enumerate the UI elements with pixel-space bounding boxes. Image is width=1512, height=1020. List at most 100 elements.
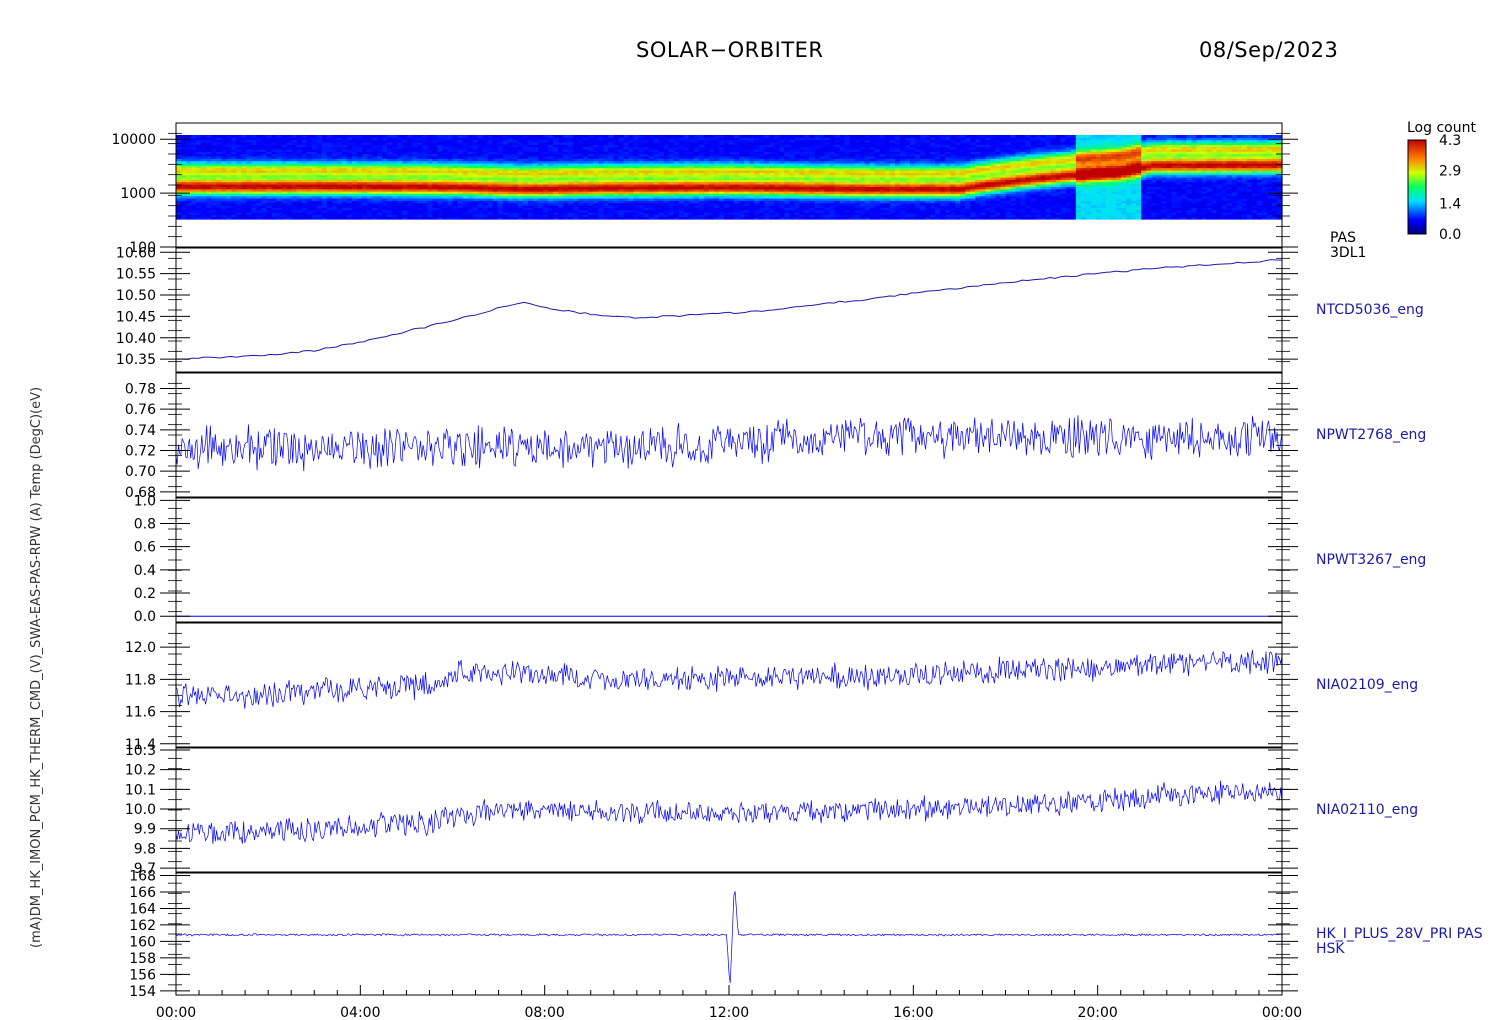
spectrogram-cell [281,135,288,138]
spectrogram-cell [372,135,378,138]
spectrogram-cell [864,135,871,138]
spectrogram-cell [201,135,207,138]
spectrogram-cell [522,135,529,138]
spectrogram-cell [196,135,202,138]
spectrogram-cell [623,135,629,138]
spectrogram-cell [693,135,700,138]
spectrogram-cell [276,135,283,138]
spectrogram-cell [341,135,348,138]
spectrogram-cell [568,135,574,138]
spectrogram-cell [352,135,358,138]
spectrogram-cell [804,135,810,138]
spectrogram-cell [502,135,509,138]
spectrogram-cell [357,135,363,138]
spectrogram-cell [221,135,227,138]
spectrogram-cell [497,135,504,138]
spectrogram-cell [628,135,635,138]
spectrogram-cell [548,135,554,138]
spectrogram-cell [769,135,775,138]
spectrogram-cell [507,135,514,138]
spectrogram-cell [527,135,534,138]
spectrogram-cell [457,135,464,138]
spectrogram-cell [744,135,750,138]
spectrogram-cell [839,135,846,138]
spectrogram-cell [834,135,841,138]
spectrogram-cell [779,135,785,138]
spectrogram-cell [698,135,705,138]
spectrogram-cell [678,135,685,138]
spectrogram-cell [216,135,222,138]
spectrogram-cell [789,135,795,138]
spectrogram-cell [331,135,338,138]
spectrogram-cell [603,135,609,138]
spectrogram-cell [407,135,413,138]
spectrogram-cell [724,135,730,138]
spectrogram-cell [336,135,343,138]
spectrogram-cell [553,135,559,138]
spectrogram-cell [181,135,187,138]
spectrogram-cell [412,135,418,138]
spectrogram-cell [734,135,740,138]
spectrogram-cell [186,135,192,138]
spectrogram-cell [764,135,770,138]
spectrogram-cell [563,135,569,138]
spectrogram-cell [718,135,725,138]
spectrogram-cell [578,135,584,138]
spectrogram-cell [814,135,821,138]
spectrogram-cell [517,135,524,138]
spectrogram-cell [477,135,484,138]
spectrogram-cell [362,135,368,138]
spectrogram-cell [538,135,544,138]
spectrogram-cell [316,135,323,138]
spectrogram-cell [397,135,403,138]
spectrogram-cell [593,135,599,138]
spectrogram-cell [422,135,428,138]
spectrogram-cell [427,135,433,138]
spectrogram-cell [512,135,519,138]
spectrogram-cell [638,135,645,138]
spectrogram-cell [648,135,655,138]
spectrogram-cell [708,135,715,138]
spectrogram-cell [774,135,780,138]
spectrogram-cell [296,135,303,138]
spectrogram-cell [472,135,479,138]
spectrogram-cell [809,135,815,138]
spectrogram-cell [703,135,710,138]
spectrogram-cell [402,135,408,138]
spectrogram-cell [573,135,579,138]
spectrogram-cell [301,135,308,138]
spectrogram-cell [729,135,735,138]
spectrogram-cell [487,135,494,138]
spectrogram-cell [266,135,273,138]
spectrogram-cell [447,135,454,138]
spectrogram-cell [683,135,690,138]
spectrogram-cell [241,135,247,138]
spectrogram-cell [231,135,237,138]
spectrogram-cell [588,135,594,138]
spectrogram-cell [382,135,388,138]
spectrogram-cell [432,135,438,138]
spectrogram-cell [849,135,856,138]
spectrogram-cell [452,135,459,138]
spectrogram-cell [286,135,293,138]
spectrogram-cell [211,135,217,138]
spectrogram-cell [256,135,262,138]
spectrogram-cell [829,135,836,138]
spectrogram-cell [236,135,242,138]
spectrogram-cell [206,135,212,138]
spectrogram-cell [326,135,333,138]
spectrogram-cell [613,135,619,138]
spectrogram-cell [311,135,318,138]
spectrogram-cell [643,135,650,138]
spectrogram-cell [794,135,800,138]
spectrogram-cell [558,135,564,138]
spectrogram-cell [658,135,665,138]
spectrogram [176,135,1283,220]
spectrogram-cell [784,135,790,138]
spectrogram-cell [799,135,805,138]
spectrogram-cell [598,135,604,138]
spectrogram-cell [819,135,826,138]
spectrogram-cell [246,135,252,138]
spectrogram-cell [663,135,670,138]
spectrogram-cell [673,135,680,138]
